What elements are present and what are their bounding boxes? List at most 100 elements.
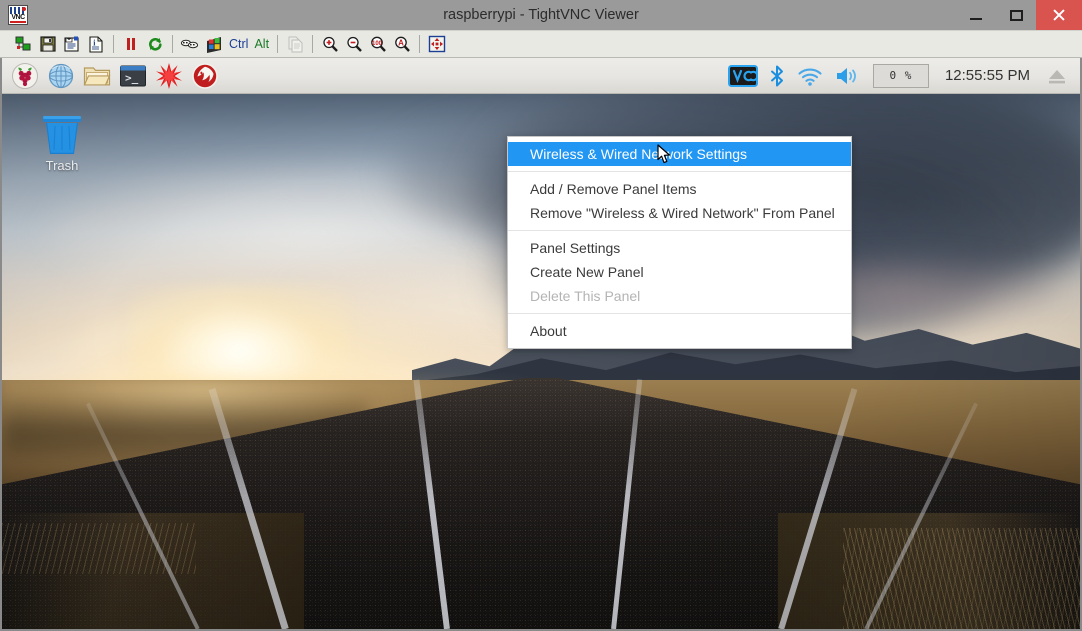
menu-item-delete-this-panel: Delete This Panel [530, 288, 641, 304]
wired-network-icon [727, 64, 758, 87]
taskbar-launchers: >_ [2, 61, 220, 91]
menu-separator [508, 171, 851, 172]
options-icon [64, 36, 79, 52]
fullscreen-icon [428, 35, 446, 53]
mouse-cursor [657, 144, 670, 164]
vnc-logo-text: VNC [11, 14, 25, 21]
connection-info-button[interactable]: i [84, 32, 108, 56]
copy-icon [288, 36, 303, 53]
wifi-tray-icon[interactable] [791, 58, 829, 94]
menu-item-create-new-panel[interactable]: Create New Panel [508, 260, 851, 284]
taskbar-system-tray: 0 % 12:55:55 PM [723, 58, 1080, 94]
bluetooth-tray-icon[interactable] [763, 58, 791, 94]
terminal-button[interactable]: >_ [118, 61, 148, 91]
viewer-toolbar: i Ctrl Alt 100 A [0, 30, 1082, 58]
raspberry-pi-taskbar: >_ 0 % 12:55:55 PM [2, 58, 1080, 94]
trash-desktop-icon[interactable]: Trash [10, 112, 114, 173]
toolbar-separator [277, 35, 279, 53]
window-titlebar[interactable]: VNC raspberrypi - TightVNC Viewer [0, 0, 1082, 30]
speaker-icon [836, 67, 856, 84]
minimize-icon [970, 18, 982, 20]
folder-icon [83, 66, 111, 85]
remote-desktop-viewport[interactable]: Trash >_ 0 % 12:55:55 PM Wireless & Wire… [0, 58, 1082, 631]
refresh-button[interactable] [143, 32, 167, 56]
wolfram-icon [192, 62, 218, 89]
toolbar-separator [419, 35, 421, 53]
network-tray-icon[interactable] [723, 58, 763, 94]
window-controls [956, 0, 1082, 30]
refresh-icon [149, 37, 162, 51]
menu-padding [508, 343, 851, 348]
wallpaper-road [2, 377, 1080, 629]
mathematica-button[interactable] [154, 61, 184, 91]
desktop-icon-area: Trash [2, 94, 122, 173]
svg-text:100: 100 [372, 41, 383, 47]
globe-browser-icon [48, 63, 74, 88]
menu-item-panel-settings[interactable]: Panel Settings [508, 236, 851, 260]
close-button[interactable] [1036, 0, 1082, 30]
roadside-grass-right [842, 528, 1080, 629]
mathematica-star-icon [156, 62, 182, 89]
zoom-out-icon [347, 36, 362, 52]
zoom-100-button[interactable]: 100 [366, 32, 390, 56]
svg-text:A: A [398, 38, 404, 47]
eject-icon [1049, 69, 1065, 83]
maximize-button[interactable] [996, 0, 1036, 30]
transfer-clipboard-button [283, 32, 307, 56]
minimize-button[interactable] [956, 0, 996, 30]
fullscreen-button[interactable] [425, 32, 449, 56]
pause-button[interactable] [119, 32, 143, 56]
send-alt-button[interactable]: Alt [251, 37, 272, 51]
toolbar-separator [312, 35, 314, 53]
pause-icon [127, 38, 135, 50]
svg-text:>_: >_ [125, 71, 139, 84]
info-icon: i [89, 36, 103, 53]
zoom-100-icon: 100 [371, 36, 386, 52]
file-manager-button[interactable] [82, 61, 112, 91]
remote-desktop-content: Trash >_ 0 % 12:55:55 PM Wireless & Wire… [2, 58, 1080, 629]
new-connection-icon [15, 36, 31, 51]
volume-tray-icon[interactable] [829, 58, 867, 94]
send-ctrl-button[interactable]: Ctrl [226, 37, 251, 51]
raspberry-menu-button[interactable] [10, 61, 40, 91]
menu-separator [508, 313, 851, 314]
windows-key-icon [207, 37, 221, 53]
menu-item-about[interactable]: About [508, 319, 851, 343]
toolbar-separator [172, 35, 173, 53]
floppy-save-icon [40, 36, 56, 52]
menu-item-add-remove-panel-items[interactable]: Add / Remove Panel Items [508, 177, 851, 201]
trash-icon [43, 116, 81, 154]
panel-context-menu: Wireless & Wired Network Settings Add / … [507, 136, 852, 349]
save-connection-button[interactable] [36, 32, 60, 56]
zoom-in-button[interactable] [318, 32, 342, 56]
maximize-icon [1009, 9, 1023, 21]
bluetooth-icon [770, 65, 783, 86]
menu-item-network-settings[interactable]: Wireless & Wired Network Settings [508, 142, 851, 166]
zoom-auto-button[interactable]: A [390, 32, 414, 56]
terminal-icon: >_ [120, 65, 146, 86]
send-ctrl-alt-del-button[interactable] [178, 32, 202, 56]
connection-options-button[interactable] [60, 32, 84, 56]
toolbar-separator [113, 35, 114, 53]
trash-label: Trash [45, 158, 79, 173]
taskbar-clock[interactable]: 12:55:55 PM [935, 67, 1040, 84]
zoom-in-icon [323, 36, 338, 52]
menu-separator [508, 230, 851, 231]
vnc-logo-icon[interactable]: VNC [8, 5, 28, 25]
wifi-icon [798, 68, 822, 86]
raspberry-icon [12, 62, 38, 89]
ctrl-alt-del-icon [180, 39, 199, 49]
tightvnc-viewer-window: VNC raspberrypi - TightVNC Viewer i Ctrl… [0, 0, 1082, 631]
wolfram-button[interactable] [190, 61, 220, 91]
web-browser-button[interactable] [46, 61, 76, 91]
vnc-logo-bar [10, 21, 26, 23]
zoom-out-button[interactable] [342, 32, 366, 56]
eject-tray-icon[interactable] [1040, 58, 1074, 94]
zoom-auto-icon: A [395, 36, 410, 52]
close-icon [1052, 8, 1066, 22]
cpu-usage-monitor[interactable]: 0 % [872, 63, 929, 88]
new-connection-button[interactable] [12, 32, 36, 56]
send-windows-key-button[interactable] [202, 32, 226, 56]
window-title: raspberrypi - TightVNC Viewer [443, 7, 639, 23]
menu-item-remove-from-panel[interactable]: Remove "Wireless & Wired Network" From P… [508, 201, 851, 225]
